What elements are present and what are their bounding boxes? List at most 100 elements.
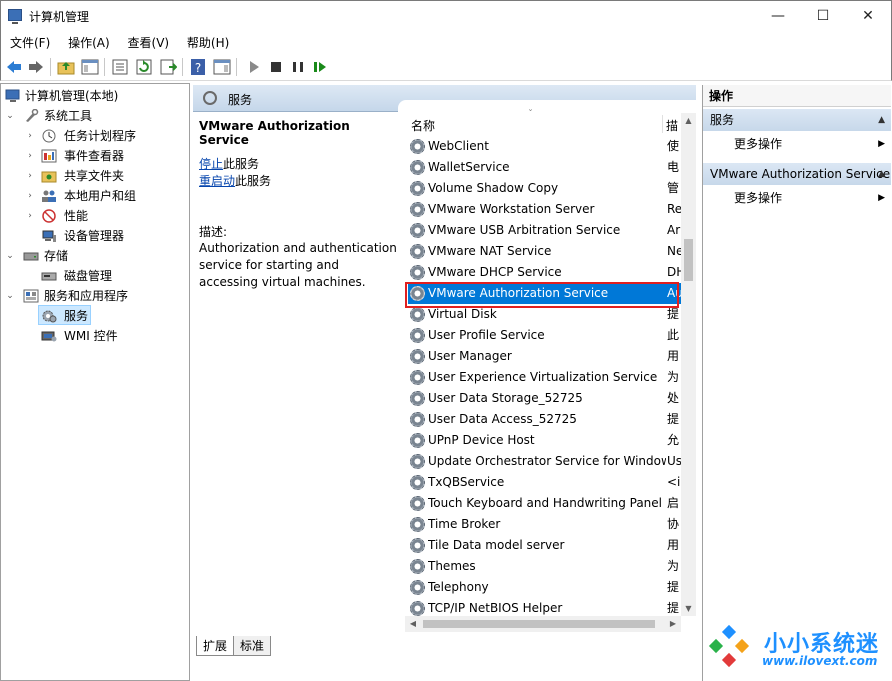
scroll-down-icon[interactable]: ▼ [681,601,696,616]
service-row[interactable]: VMware NAT Service Ne [408,241,682,262]
scroll-right-icon[interactable]: ▶ [665,616,681,632]
service-row[interactable]: VMware Workstation Server Re [408,199,682,220]
menu-view[interactable]: 查看(V) [121,31,177,54]
title-bar: 计算机管理 — ☐ ✕ [0,0,892,31]
service-description: 提 [667,307,680,321]
toolbar-separator [50,58,51,76]
service-row[interactable]: User Experience Virtualization Service 为 [408,367,682,388]
help-icon[interactable]: ? [189,58,207,76]
close-button[interactable]: ✕ [845,1,891,31]
expand-icon[interactable]: › [25,146,35,166]
device-manager-icon [41,229,57,243]
column-description[interactable]: 描 [666,117,678,134]
expand-icon[interactable]: › [25,186,35,206]
vertical-scroll-thumb[interactable] [684,239,693,281]
resume-service-icon[interactable] [311,58,329,76]
service-row[interactable]: Update Orchestrator Service for Windows … [408,451,682,472]
service-row[interactable]: User Data Access_52725 提 [408,409,682,430]
export-list-icon[interactable] [159,58,177,76]
scroll-left-icon[interactable]: ◀ [405,616,421,632]
service-row[interactable]: Virtual Disk 提 [408,304,682,325]
service-row[interactable]: VMware DHCP Service DH [408,262,682,283]
horizontal-scrollbar[interactable]: ◀ ▶ [405,616,681,632]
service-row[interactable]: WebClient 使 [408,136,682,157]
watermark-url: www.ilovext.com [762,654,878,668]
service-row[interactable]: User Manager 用 [408,346,682,367]
tree-label: 服务 [64,309,89,323]
action-label: 更多操作 [734,191,783,205]
service-gear-icon [410,538,425,553]
properties-icon[interactable] [111,58,129,76]
service-description: Ne [667,244,681,258]
toolbar-separator [182,58,183,76]
service-row[interactable]: UPnP Device Host 允 [408,430,682,451]
service-gear-icon [410,601,425,616]
service-row[interactable]: Touch Keyboard and Handwriting Panel Ser… [408,493,682,514]
expand-icon[interactable]: › [25,126,35,146]
restart-service-suffix: 此服务 [235,174,272,188]
submenu-arrow-icon: ▶ [878,139,885,149]
panel-title: 服务 [228,93,253,107]
tools-icon [23,108,39,123]
service-name: VMware Authorization Service [428,286,609,300]
action-group-services[interactable]: 服务 ▲ [703,109,891,131]
restart-service-link[interactable]: 重启动 [199,174,235,188]
menu-help[interactable]: 帮助(H) [180,31,236,54]
back-arrow-icon[interactable] [5,58,23,76]
stop-service-suffix: 此服务 [223,157,260,171]
expand-icon[interactable]: › [25,166,35,186]
watermark: 小小系统迷 www.ilovext.com [704,622,890,678]
expand-icon[interactable]: › [25,206,35,226]
service-description: 协 [667,517,680,531]
service-row[interactable]: Telephony 提 [408,577,682,598]
service-row[interactable]: VMware Authorization Service Au [408,283,682,304]
stop-service-icon[interactable] [267,58,285,76]
service-name: Volume Shadow Copy [428,181,559,195]
horizontal-scroll-thumb[interactable] [423,620,655,628]
action-group-selected-service[interactable]: VMware Authorization Service ▲ [703,163,891,185]
service-description: 用 [667,349,680,363]
stop-service-link[interactable]: 停止 [199,157,223,171]
forward-arrow-icon[interactable] [27,58,45,76]
pause-service-icon[interactable] [289,58,307,76]
window-title: 计算机管理 [29,10,90,24]
vertical-scrollbar[interactable]: ▲ ▼ [681,113,696,616]
maximize-button[interactable]: ☐ [800,1,846,31]
menu-file[interactable]: 文件(F) [3,31,57,54]
start-service-icon[interactable] [245,58,263,76]
minimize-button[interactable]: — [755,1,801,31]
service-gear-icon [410,181,425,196]
show-hide-tree-icon[interactable] [81,58,99,76]
action-more-actions[interactable]: 更多操作 ▶ [703,133,891,155]
collapse-caret-icon[interactable]: ▲ [878,109,885,131]
collapse-caret-icon[interactable]: ▲ [878,163,885,185]
show-hide-action-icon[interactable] [213,58,231,76]
column-divider[interactable] [662,115,663,133]
collapse-icon[interactable]: ⌄ [5,106,15,126]
service-description: 提 [667,412,680,426]
service-gear-icon [410,223,425,238]
scroll-up-icon[interactable]: ▲ [681,113,696,128]
tab-standard[interactable]: 标准 [233,636,272,656]
sort-indicator-icon: ˇ [528,109,533,120]
tab-extended[interactable]: 扩展 [196,636,235,656]
service-row[interactable]: User Profile Service 此 [408,325,682,346]
service-row[interactable]: Themes 为 [408,556,682,577]
service-row[interactable]: TxQBService <i [408,472,682,493]
service-name: Touch Keyboard and Handwriting Panel Ser… [428,496,666,510]
action-more-actions-service[interactable]: 更多操作 ▶ [703,187,891,209]
service-row[interactable]: WalletService 电 [408,157,682,178]
service-row[interactable]: Time Broker 协 [408,514,682,535]
collapse-icon[interactable]: ⌄ [5,286,15,306]
service-row[interactable]: VMware USB Arbitration Service Ar [408,220,682,241]
service-description: 电 [667,160,680,174]
refresh-icon[interactable] [135,58,153,76]
column-name[interactable]: 名称 [411,117,435,134]
service-row[interactable]: Volume Shadow Copy 管 [408,178,682,199]
storage-icon [23,249,39,263]
collapse-icon[interactable]: ⌄ [5,246,15,266]
menu-action[interactable]: 操作(A) [61,31,117,54]
up-folder-icon[interactable] [57,58,75,76]
service-row[interactable]: User Data Storage_52725 处 [408,388,682,409]
service-row[interactable]: Tile Data model server 用 [408,535,682,556]
